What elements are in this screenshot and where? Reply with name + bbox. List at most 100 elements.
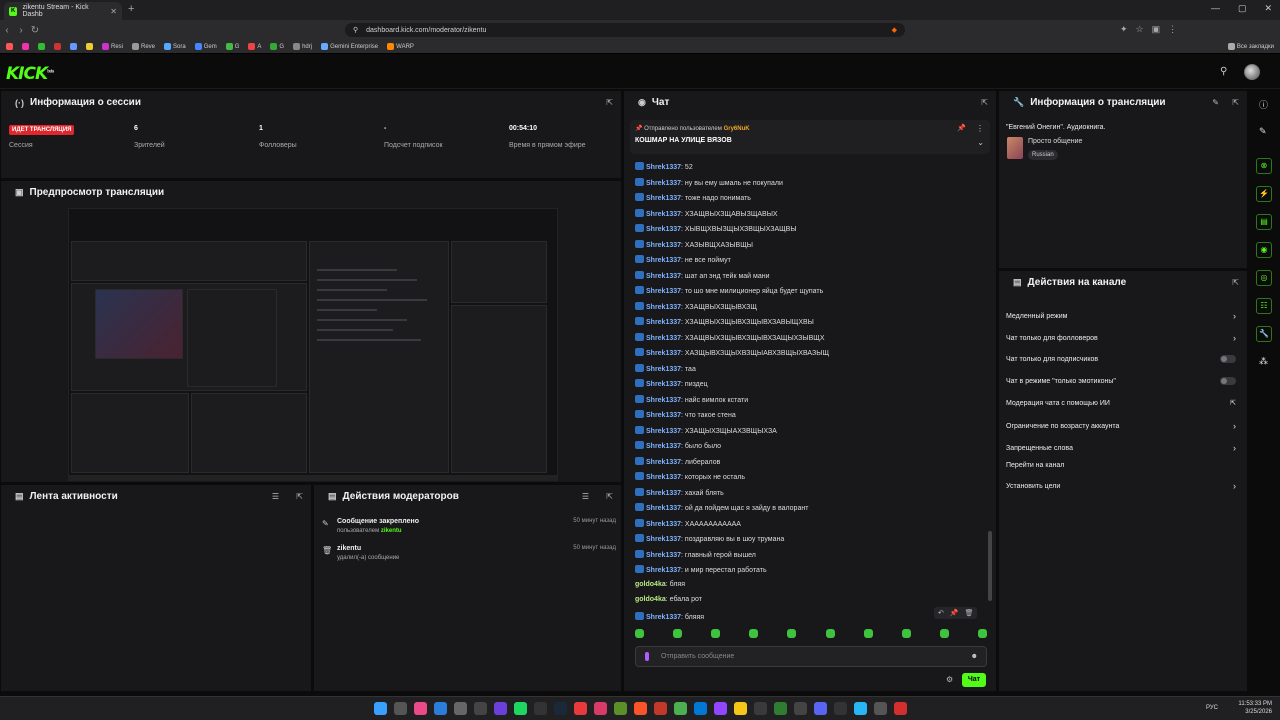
rail-broadcast-icon[interactable]: ◎ [1256, 270, 1272, 286]
app-icon[interactable] [573, 702, 587, 715]
app-icon[interactable] [533, 702, 547, 715]
app-icon[interactable] [873, 702, 887, 715]
site-info-icon[interactable]: ⚲ [353, 26, 358, 34]
start-icon[interactable] [373, 702, 387, 715]
bookmark[interactable]: Resi [102, 43, 123, 50]
reload-icon[interactable]: ↻ [28, 25, 42, 36]
bookmark[interactable] [22, 43, 29, 50]
pin-message-icon[interactable]: 📌 [950, 609, 959, 617]
toggle-switch[interactable] [1220, 355, 1236, 363]
chat-message[interactable]: Shrek1337: пиздец [635, 379, 708, 388]
chat-message[interactable]: Shrek1337: что такое стена [635, 410, 736, 419]
chat-username[interactable]: Shrek1337 [646, 164, 681, 171]
rail-chat-icon[interactable]: ◉ [1256, 242, 1272, 258]
bookmark[interactable]: Gemini Enterprise [321, 43, 378, 50]
bookmark[interactable]: Gem [194, 43, 217, 50]
chat-username[interactable]: Shrek1337 [646, 459, 681, 466]
emote-icon[interactable] [787, 629, 797, 638]
app-icon[interactable] [893, 702, 907, 715]
app-icon[interactable] [653, 702, 667, 715]
discord-icon[interactable] [813, 702, 827, 715]
expand-icon[interactable]: ⇱ [1232, 98, 1239, 107]
stream-preview-video[interactable] [68, 208, 558, 481]
explorer-icon[interactable] [733, 702, 747, 715]
chat-username[interactable]: Shrek1337 [646, 211, 681, 218]
reply-icon[interactable]: ↶ [938, 609, 944, 617]
chat-message[interactable]: Shrek1337: ХЗАЩВЫХЗЩАВЫЗЩАВЫХ [635, 208, 778, 218]
spotify-icon[interactable] [513, 702, 527, 715]
channel-action-row[interactable]: Запрещенные слова › [1006, 443, 1236, 453]
bookmark[interactable]: Reve [132, 43, 155, 50]
chat-message[interactable]: Shrek1337: бляяя [635, 611, 704, 621]
url-field[interactable]: ⚲ dashboard.kick.com/moderator/zikentu ◆ [345, 23, 905, 37]
chat-message[interactable]: Shrek1337: ну вы ему шмаль не покупали [635, 177, 783, 187]
bookmark[interactable] [6, 43, 13, 50]
filter-icon[interactable]: ☰ [582, 492, 589, 501]
app-icon[interactable] [433, 702, 447, 715]
minimize-icon[interactable]: — [1211, 3, 1220, 14]
app-icon[interactable] [473, 702, 487, 715]
emote-icon[interactable] [863, 629, 873, 638]
rail-doc-icon[interactable]: ▤ [1256, 214, 1272, 230]
expand-icon[interactable]: ⇱ [606, 492, 613, 501]
chat-username[interactable]: Shrek1337 [646, 614, 681, 621]
app-icon[interactable] [853, 702, 867, 715]
system-clock[interactable]: 11:53:33 PM 3/25/2026 [1238, 700, 1272, 716]
chat-message[interactable]: Shrek1337: поздравляю вы в шоу трумана [635, 534, 784, 543]
edit-icon[interactable]: ✎ [1212, 98, 1219, 107]
chat-username[interactable]: Shrek1337 [646, 521, 681, 528]
forward-icon[interactable]: › [14, 25, 28, 36]
app-icon[interactable] [493, 702, 507, 715]
filter-icon[interactable]: ☰ [272, 492, 279, 501]
chat-username[interactable]: Shrek1337 [646, 335, 681, 342]
chat-message[interactable]: goldo4ka: бляя [635, 581, 685, 588]
rail-bolt-icon[interactable]: ⚡ [1256, 186, 1272, 202]
chat-message[interactable]: Shrek1337: главный герой вышел [635, 549, 756, 559]
chat-message[interactable]: Shrek1337: найс вимлок кстати [635, 394, 748, 404]
chat-username[interactable]: goldo4ka [635, 596, 666, 603]
chat-username[interactable]: Shrek1337 [646, 273, 681, 280]
chat-username[interactable]: Shrek1337 [646, 428, 681, 435]
chat-scrollbar[interactable] [988, 531, 992, 601]
input-language[interactable]: РУС [1206, 705, 1218, 711]
chevron-down-icon[interactable]: ⌄ [977, 138, 984, 147]
chat-username[interactable]: Shrek1337 [646, 490, 681, 497]
twitch-icon[interactable] [713, 702, 727, 715]
chrome-icon[interactable] [673, 702, 687, 715]
app-icon[interactable] [833, 702, 847, 715]
emoji-icon[interactable]: ☻ [971, 647, 978, 666]
avatar[interactable] [1244, 64, 1260, 80]
chat-username[interactable]: Shrek1337 [646, 350, 681, 357]
emote-icon[interactable] [711, 629, 721, 638]
chat-username[interactable]: Shrek1337 [646, 536, 681, 543]
emote-icon[interactable] [749, 629, 759, 638]
app-icon[interactable] [413, 702, 427, 715]
chat-message[interactable]: Shrek1337: то шо мне милиционер яйца буд… [635, 286, 823, 295]
chat-username[interactable]: Shrek1337 [646, 567, 681, 574]
emote-icon[interactable] [825, 629, 835, 638]
close-window-icon[interactable]: ✕ [1264, 3, 1272, 14]
emote-icon[interactable] [901, 629, 911, 638]
chat-username[interactable]: Shrek1337 [646, 288, 681, 295]
chat-message[interactable]: Shrek1337: было было [635, 441, 721, 450]
chat-username[interactable]: Shrek1337 [646, 257, 681, 264]
app-icon[interactable] [793, 702, 807, 715]
emote-icon[interactable] [977, 629, 987, 638]
chat-message[interactable]: Shrek1337: таа [635, 363, 696, 373]
channel-action-row[interactable]: Установить цели › [1006, 481, 1236, 491]
all-bookmarks[interactable]: Все закладки [1227, 43, 1274, 50]
expand-icon[interactable]: ⇱ [981, 98, 988, 107]
app-icon[interactable] [773, 702, 787, 715]
bookmark[interactable]: G [270, 43, 284, 50]
emote-icon[interactable] [673, 629, 683, 638]
chat-username[interactable]: Shrek1337 [646, 319, 681, 326]
brave-icon[interactable] [633, 702, 647, 715]
info-icon[interactable]: ⓘ [1259, 98, 1268, 111]
app-icon[interactable] [453, 702, 467, 715]
chat-message[interactable]: Shrek1337: тоже надо понимать [635, 193, 751, 202]
chat-message[interactable]: Shrek1337: и мир перестал работать [635, 565, 767, 574]
kick-logo[interactable]: KICKbeta [6, 64, 54, 84]
chat-message[interactable]: Shrek1337: 52 [635, 162, 693, 171]
unpin-icon[interactable]: 📌 [957, 124, 966, 132]
chat-settings-icon[interactable]: ⚙ [946, 675, 953, 684]
